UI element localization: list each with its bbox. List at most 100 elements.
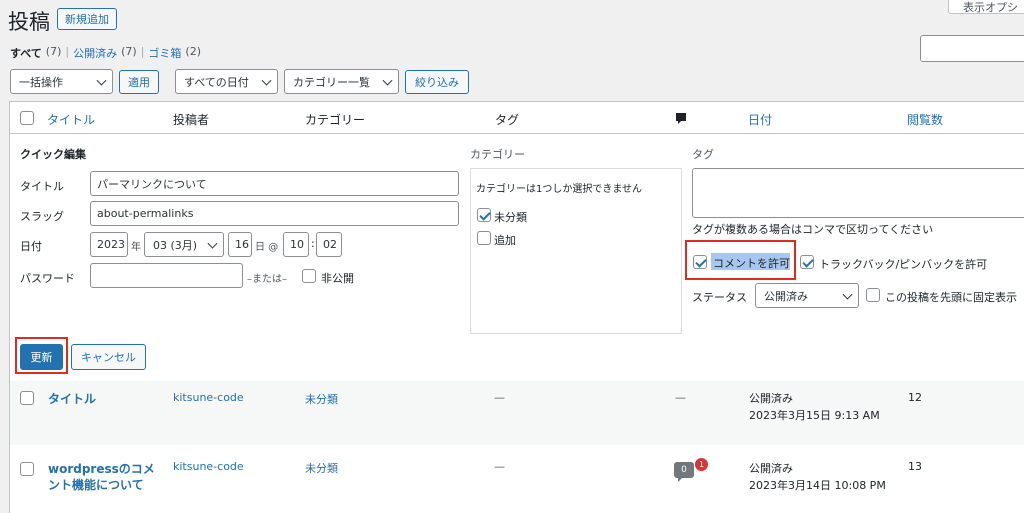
filter-sep: | [140, 45, 145, 58]
date-label: 日付 [20, 240, 42, 253]
day-value: 16 [235, 238, 249, 251]
column-tags: タグ [495, 113, 520, 127]
filter-sep: | [65, 45, 70, 58]
comment-count: 0 [681, 465, 687, 475]
allow-pings-label: トラックバック/ピンバックを許可 [819, 258, 988, 271]
minute-value: 02 [323, 238, 337, 251]
chevron-down-icon [96, 75, 107, 86]
date-filter-value: すべての日付 [184, 75, 249, 89]
title-input-value: パーマリンクについて [97, 177, 207, 191]
pending-comments-badge[interactable]: 1 [694, 457, 709, 472]
year-unit: 年 [131, 242, 141, 253]
category-uncategorized-checkbox[interactable] [477, 208, 491, 222]
page-title: 投稿 [8, 10, 50, 34]
or-separator: –または– [247, 274, 287, 285]
comment-column-icon[interactable] [675, 112, 687, 128]
pending-count: 1 [698, 460, 705, 469]
chevron-down-icon [261, 75, 272, 86]
cancel-button[interactable]: キャンセル [71, 344, 146, 370]
post-date: 2023年3月14日 10:08 PM [749, 479, 886, 492]
add-new-button[interactable]: 新規追加 [57, 8, 117, 30]
password-input[interactable] [90, 263, 243, 288]
category-add-checkbox[interactable] [477, 231, 491, 245]
post-tags: — [494, 460, 505, 473]
bulk-action-value: 一括操作 [19, 75, 63, 89]
status-value: 公開済み [764, 289, 808, 303]
filter-all-count: (7) [45, 45, 62, 58]
slug-input-value: about-permalinks [97, 207, 194, 220]
post-title-link[interactable]: wordpressのコメ [48, 460, 155, 477]
day-unit: 日 @ [255, 242, 279, 253]
comment-count-bubble[interactable]: 0 [674, 462, 694, 478]
filter-trash[interactable]: ゴミ箱 [148, 45, 181, 61]
post-views: 13 [908, 460, 922, 473]
month-value: 03 (3月) [153, 238, 198, 252]
slug-input[interactable]: about-permalinks [90, 201, 459, 226]
chevron-down-icon [207, 238, 218, 249]
header-divider [9, 133, 1024, 134]
title-input[interactable]: パーマリンクについて [90, 171, 459, 196]
post-category-link[interactable]: 未分類 [305, 391, 338, 407]
post-views: 12 [908, 391, 922, 404]
sticky-label: この投稿を先頭に固定表示 [885, 291, 1017, 304]
sticky-checkbox[interactable] [866, 288, 880, 302]
tags-textarea[interactable] [692, 168, 1024, 218]
screen-options-label: 表示オプシ [963, 1, 1018, 14]
day-input[interactable]: 16 [228, 232, 252, 257]
bulk-action-select[interactable]: 一括操作 [10, 69, 113, 94]
status-select[interactable]: 公開済み [755, 283, 859, 308]
column-title[interactable]: タイトル [47, 111, 95, 128]
allow-pings-checkbox[interactable] [800, 255, 814, 269]
column-date[interactable]: 日付 [748, 111, 772, 128]
slug-label: スラッグ [20, 210, 64, 223]
year-value: 2023 [97, 238, 125, 251]
column-author: 投稿者 [173, 113, 210, 127]
date-filter-select[interactable]: すべての日付 [175, 69, 278, 94]
post-tags: — [494, 391, 505, 404]
time-colon: : [311, 237, 315, 250]
category-uncategorized-label: 未分類 [494, 211, 527, 224]
year-input[interactable]: 2023 [90, 232, 128, 257]
column-views[interactable]: 閲覧数 [907, 111, 943, 128]
post-author-link[interactable]: kitsune-code [173, 460, 244, 473]
status-label: ステータス [692, 291, 747, 304]
post-status: 公開済み [749, 392, 793, 405]
comment-bubble-tail [678, 477, 683, 482]
highlight-box [15, 337, 68, 374]
tags-heading: タグ [692, 148, 714, 161]
category-heading: カテゴリー [470, 148, 525, 161]
filter-button[interactable]: 絞り込み [405, 70, 469, 94]
row-checkbox[interactable] [20, 462, 34, 476]
month-select[interactable]: 03 (3月) [144, 232, 224, 257]
filter-all[interactable]: すべて [10, 45, 42, 61]
select-all-checkbox[interactable] [20, 111, 34, 125]
column-category: カテゴリー [305, 113, 366, 127]
chevron-down-icon [382, 75, 393, 86]
post-category-link[interactable]: 未分類 [305, 460, 338, 476]
search-input[interactable] [920, 35, 1024, 62]
title-label: タイトル [20, 180, 64, 193]
filter-published[interactable]: 公開済み [73, 45, 117, 61]
minute-input[interactable]: 02 [316, 232, 342, 257]
post-comments: — [675, 391, 686, 404]
quick-edit-heading: クイック編集 [20, 148, 86, 161]
screen-options-button[interactable]: 表示オプシ [948, 0, 1024, 14]
private-checkbox[interactable] [302, 269, 316, 283]
post-date: 2023年3月15日 9:13 AM [749, 409, 880, 422]
password-label: パスワード [20, 272, 75, 285]
filter-published-count: (7) [121, 45, 137, 58]
post-title-link[interactable]: タイトル [48, 390, 96, 407]
highlight-box [685, 240, 796, 280]
filter-trash-count: (2) [185, 45, 202, 58]
chevron-down-icon [842, 289, 853, 300]
apply-button[interactable]: 適用 [119, 70, 159, 94]
category-filter-select[interactable]: カテゴリー一覧 [284, 69, 399, 94]
category-filter-value: カテゴリー一覧 [293, 75, 370, 89]
status-filters: すべて (7) | 公開済み (7) | ゴミ箱 (2) [10, 45, 201, 61]
hour-input[interactable]: 10 [283, 232, 309, 257]
private-label: 非公開 [321, 272, 354, 285]
post-author-link[interactable]: kitsune-code [173, 391, 244, 404]
category-note: カテゴリーは1つしか選択できません [476, 184, 643, 195]
post-title-link-line2[interactable]: ント機能について [48, 476, 144, 493]
row-checkbox[interactable] [20, 391, 34, 405]
